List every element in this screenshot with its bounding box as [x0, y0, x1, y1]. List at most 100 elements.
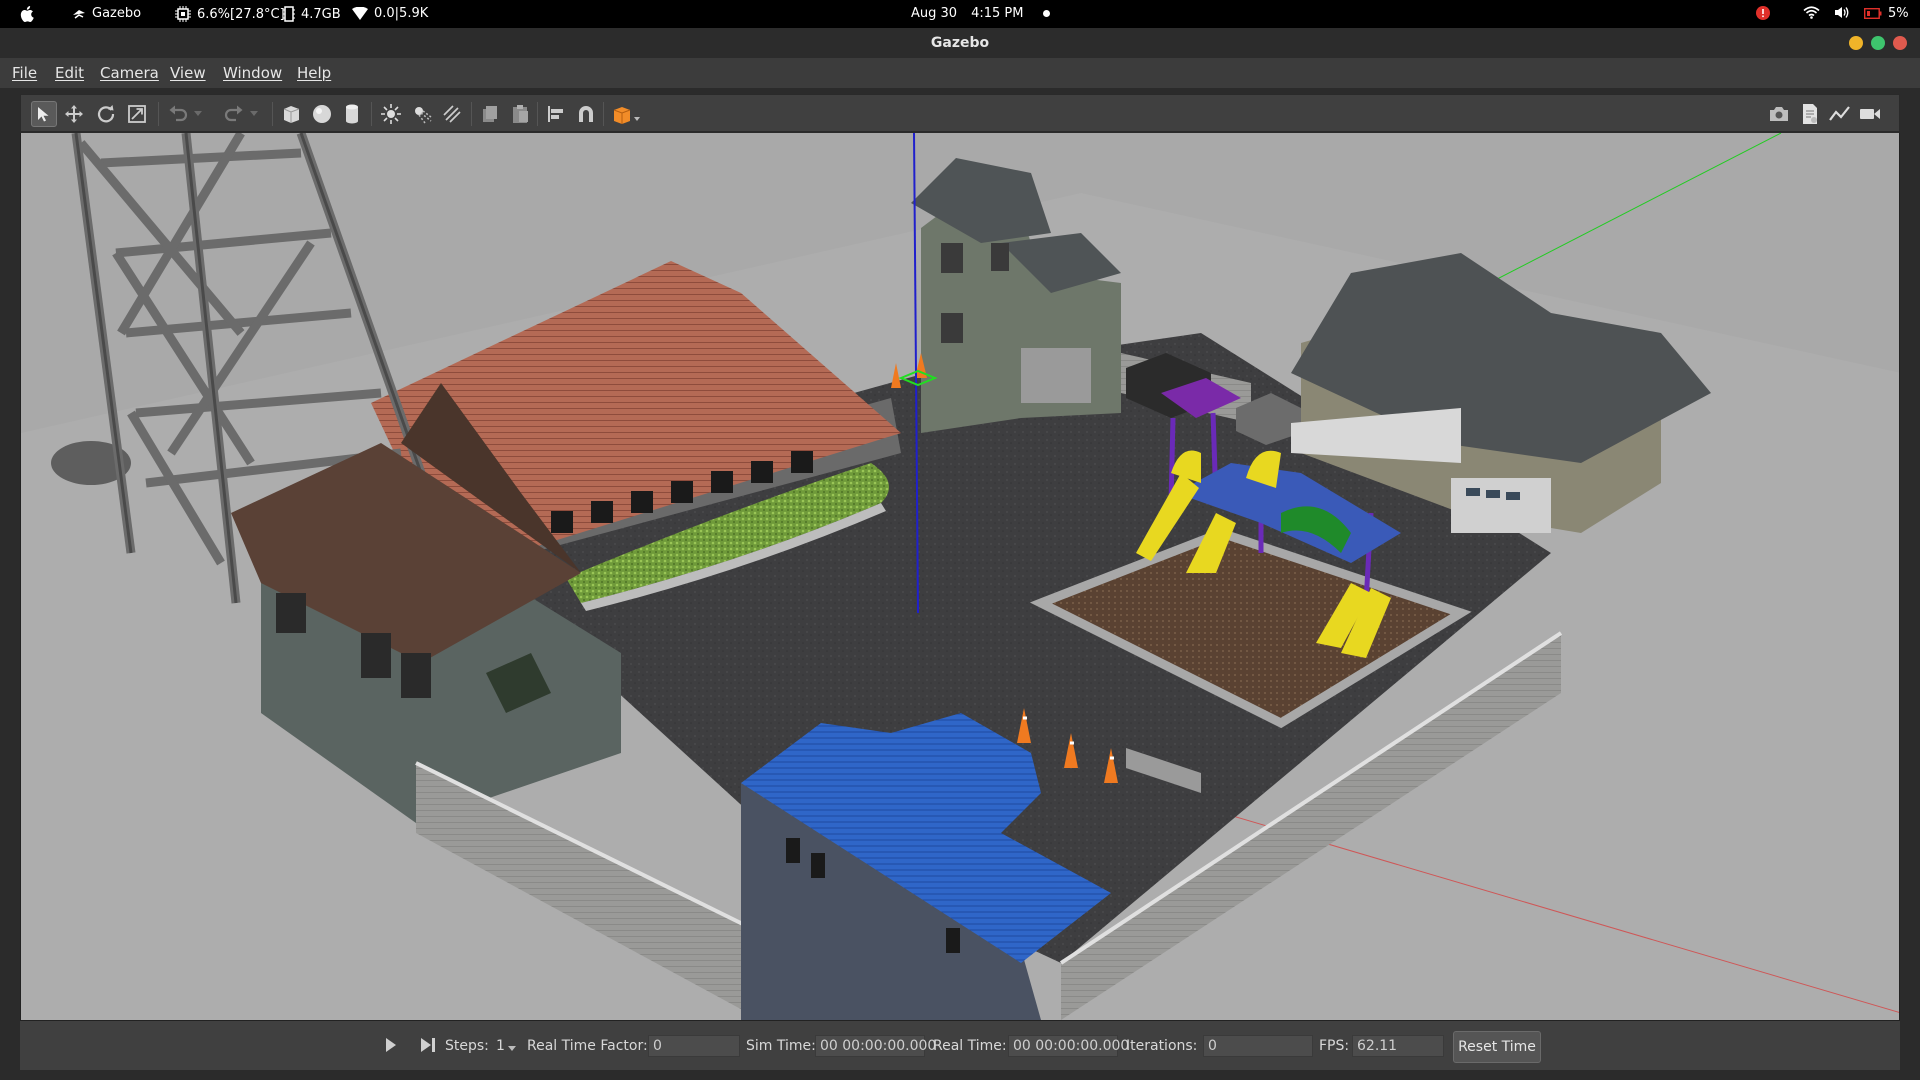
memory-value: 4.7GB — [301, 6, 341, 22]
cylinder-icon — [346, 104, 358, 124]
garage-door — [1021, 348, 1091, 403]
chevron-down-icon — [194, 111, 202, 116]
move-arrows-icon — [65, 105, 83, 123]
align-icon — [548, 106, 563, 122]
reset-time-button[interactable]: Reset Time — [1453, 1031, 1541, 1063]
alert-icon[interactable] — [1756, 6, 1770, 20]
network-value: 0.0|5.9K — [374, 6, 429, 21]
window-bottom-edge — [0, 1070, 1920, 1080]
menu-window[interactable]: Window — [223, 64, 282, 82]
fps-field: 62.11 — [1352, 1035, 1444, 1057]
notification-dot — [1043, 10, 1051, 17]
scale-mode-button[interactable] — [124, 101, 150, 127]
real-time-field: 00 00:00:00.000 — [1008, 1035, 1129, 1057]
snap-button[interactable] — [573, 101, 599, 127]
undo-button[interactable] — [165, 101, 191, 127]
record-video-button[interactable] — [1857, 101, 1883, 127]
log-data-button[interactable] — [1797, 101, 1823, 127]
memory-indicator[interactable]: 4.7GB — [283, 6, 341, 22]
log-document-icon — [1803, 104, 1817, 124]
point-light-icon — [381, 104, 401, 124]
redo-icon — [224, 105, 243, 122]
menu-file[interactable]: File — [12, 64, 37, 82]
change-view-angle-button[interactable] — [609, 101, 643, 127]
menu-help[interactable]: Help — [297, 64, 331, 82]
scale-icon — [128, 105, 146, 123]
step-forward-icon[interactable] — [420, 1037, 436, 1053]
active-app-name: Gazebo — [92, 6, 142, 21]
rotate-mode-button[interactable] — [93, 101, 119, 127]
menu-camera[interactable]: Camera — [100, 64, 159, 82]
clock[interactable]: Aug 30 4:15 PM — [911, 6, 1051, 21]
real-time-factor-label: Real Time Factor: — [527, 1038, 648, 1054]
sphere-shape-button[interactable] — [309, 101, 335, 127]
volume-icon[interactable] — [1834, 6, 1850, 19]
chevron-down-icon — [250, 111, 258, 116]
plot-line-icon — [1829, 106, 1850, 121]
play-icon[interactable] — [385, 1037, 397, 1053]
undo-icon — [169, 105, 188, 122]
menu-edit[interactable]: Edit — [55, 64, 84, 82]
directional-light-button[interactable] — [439, 101, 465, 127]
3d-scene-viewport[interactable] — [20, 133, 1900, 1020]
battery-value: 5% — [1888, 6, 1909, 21]
box-icon — [283, 106, 300, 123]
toolbar-separator — [158, 102, 159, 126]
copy-icon — [483, 106, 497, 122]
sim-time-field: 00 00:00:00.000 — [815, 1035, 936, 1057]
camera-icon — [1770, 107, 1788, 121]
network-indicator[interactable]: 0.0|5.9K — [352, 6, 428, 21]
window-title: Gazebo — [930, 35, 990, 51]
active-app[interactable]: Gazebo — [72, 6, 141, 21]
close-button[interactable] — [1893, 36, 1907, 50]
toolbar-separator — [603, 102, 604, 126]
main-toolbar — [20, 94, 1900, 132]
box-shape-button[interactable] — [278, 101, 304, 127]
redo-history-dropdown[interactable] — [247, 101, 261, 127]
simulation-status-bar: Steps: 1 Real Time Factor: 0 Sim Time: 0… — [20, 1020, 1900, 1070]
battery-indicator[interactable]: 5% — [1864, 6, 1909, 21]
menu-view[interactable]: View — [170, 64, 206, 82]
maximize-button[interactable] — [1871, 36, 1885, 50]
iterations-field: 0 — [1203, 1035, 1313, 1057]
system-top-bar: Gazebo 6.6%[27.8°C] 4.7GB 0.0|5.9K Aug 3… — [0, 0, 1920, 28]
plot-button[interactable] — [1827, 101, 1853, 127]
sim-time-label: Sim Time: — [746, 1038, 816, 1054]
undo-history-dropdown[interactable] — [191, 101, 205, 127]
toolbar-separator — [471, 102, 472, 126]
time: 4:15 PM — [971, 6, 1024, 21]
cpu-icon — [175, 6, 191, 22]
sphere-icon — [313, 105, 331, 123]
memory-icon — [283, 6, 295, 22]
real-time-factor-field: 0 — [648, 1035, 740, 1057]
date: Aug 30 — [911, 6, 958, 21]
real-time-label: Real Time: — [933, 1038, 1007, 1054]
fps-label: FPS: — [1319, 1038, 1350, 1054]
apple-icon[interactable] — [20, 6, 34, 22]
toolbar-separator — [272, 102, 273, 126]
paste-icon — [513, 105, 528, 123]
cylinder-shape-button[interactable] — [339, 101, 365, 127]
spot-light-icon — [415, 107, 432, 124]
view-cube-icon — [613, 107, 640, 124]
copy-button[interactable] — [477, 101, 503, 127]
window-title-bar[interactable]: Gazebo — [0, 28, 1920, 58]
scene-render — [21, 133, 1899, 1020]
wifi-icon[interactable] — [1803, 6, 1820, 19]
redo-button[interactable] — [221, 101, 247, 127]
screenshot-button[interactable] — [1766, 101, 1792, 127]
menu-bar: File Edit Camera View Window Help — [0, 58, 1920, 88]
wifi-signal-icon — [352, 6, 368, 20]
steps-value[interactable]: 1 — [496, 1038, 505, 1054]
select-mode-button[interactable] — [31, 101, 57, 127]
steps-label: Steps: — [445, 1038, 489, 1054]
cpu-indicator[interactable]: 6.6%[27.8°C] — [175, 6, 285, 22]
point-light-button[interactable] — [378, 101, 404, 127]
minimize-button[interactable] — [1849, 36, 1863, 50]
chevron-down-icon[interactable] — [508, 1046, 516, 1052]
translate-mode-button[interactable] — [61, 101, 87, 127]
gazebo-app-icon — [73, 9, 85, 19]
spot-light-button[interactable] — [409, 101, 435, 127]
align-button[interactable] — [543, 101, 569, 127]
paste-button[interactable] — [507, 101, 533, 127]
